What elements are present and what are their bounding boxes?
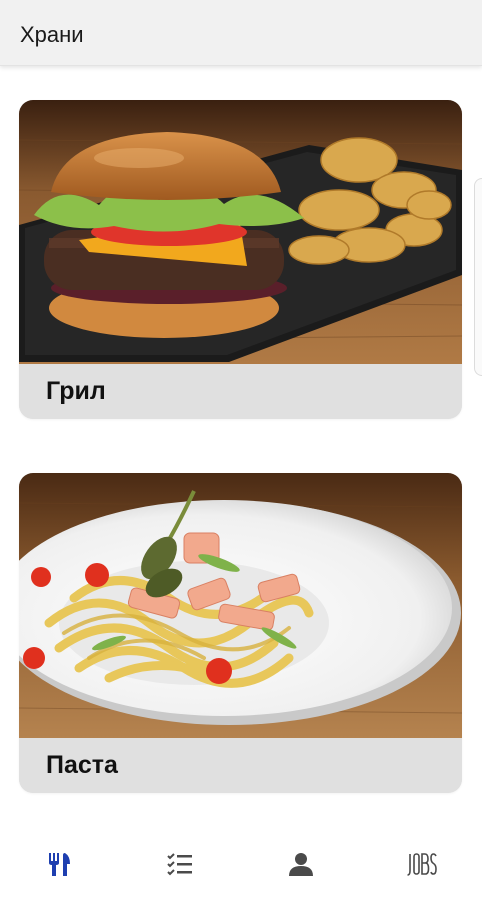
burger-with-chips-photo [19,100,462,364]
nav-orders-button[interactable] [160,844,200,884]
jobs-logo-icon [407,853,437,876]
category-card-grill[interactable]: Грил [19,100,462,419]
bottom-navigation [0,828,482,900]
checklist-icon [167,853,192,876]
nav-jobs-button[interactable] [402,844,442,884]
pasta-plate-photo [19,473,462,738]
nav-profile-button[interactable] [281,844,321,884]
side-panel-handle[interactable] [474,178,482,376]
category-label: Грил [19,364,462,419]
page-title: Храни [20,22,84,47]
app-bar: Храни [0,0,482,66]
fork-knife-icon [49,853,70,876]
category-label: Паста [19,738,462,793]
nav-menu-button[interactable] [39,844,79,884]
person-icon [289,853,313,876]
category-card-pasta[interactable]: Паста [19,473,462,793]
